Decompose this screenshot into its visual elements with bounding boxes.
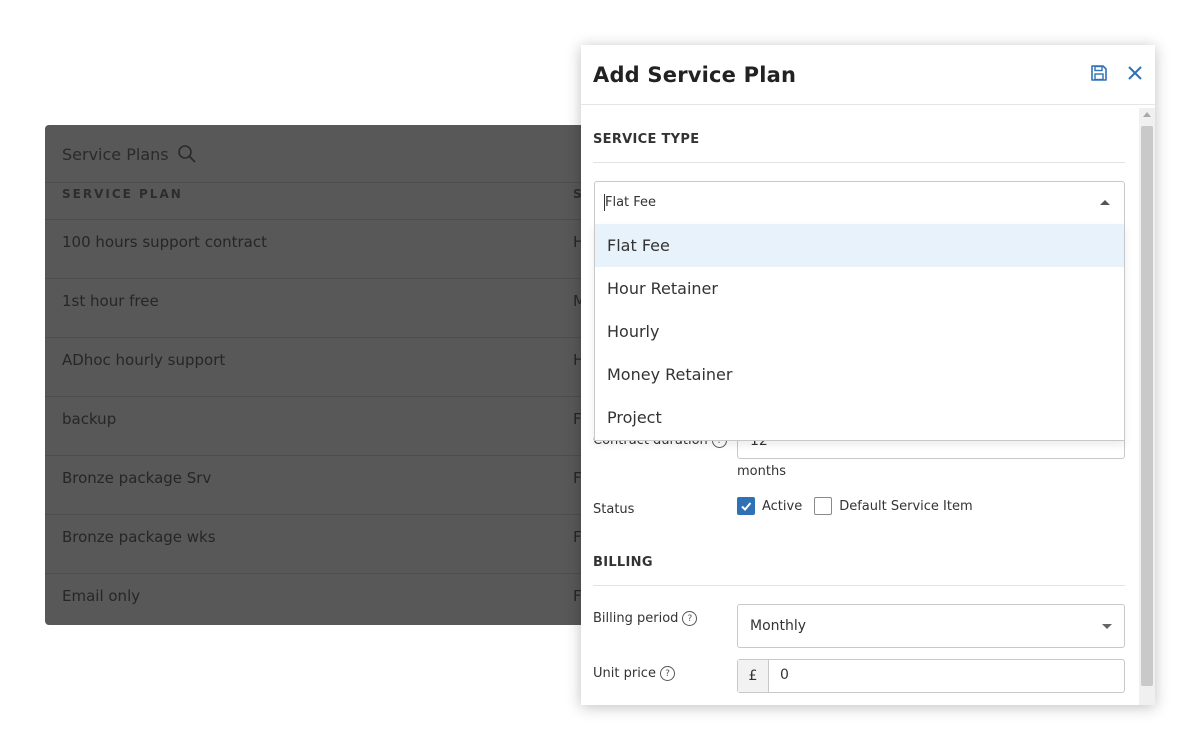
scroll-up-arrow-icon[interactable] — [1143, 112, 1151, 117]
service-type-dropdown: Flat Fee Hour Retainer Hourly Money Reta… — [594, 224, 1125, 441]
section-title-billing: BILLING — [593, 555, 653, 570]
search-icon[interactable] — [177, 144, 197, 164]
divider — [593, 585, 1125, 586]
scrollbar-thumb[interactable] — [1141, 126, 1153, 686]
divider — [45, 396, 605, 397]
default-service-item-checkbox[interactable] — [814, 497, 833, 515]
option-hour-retainer[interactable]: Hour Retainer — [595, 267, 1124, 310]
default-service-item-checkbox-item[interactable]: Default Service Item — [814, 497, 973, 515]
list-item[interactable]: Email only — [62, 587, 140, 605]
status-label: Status — [593, 502, 634, 517]
list-item[interactable]: 100 hours support contract — [62, 233, 267, 251]
divider — [593, 162, 1125, 163]
save-icon[interactable] — [1089, 63, 1109, 83]
divider — [45, 514, 605, 515]
status-label-text: Status — [593, 502, 635, 517]
option-money-retainer[interactable]: Money Retainer — [595, 353, 1124, 396]
divider — [45, 455, 605, 456]
contract-duration-unit: months — [737, 464, 786, 479]
chevron-down-icon[interactable] — [1102, 624, 1112, 629]
active-checkbox[interactable] — [737, 497, 755, 515]
active-checkbox-item[interactable]: Active — [737, 497, 802, 515]
chevron-up-icon[interactable] — [1100, 200, 1110, 205]
modal-actions — [1089, 63, 1145, 83]
help-icon[interactable]: ? — [682, 611, 698, 626]
list-title: Service Plans — [62, 144, 169, 164]
divider — [581, 104, 1155, 105]
list-item[interactable]: backup — [62, 410, 116, 428]
divider — [45, 219, 605, 220]
default-service-item-label: Default Service Item — [839, 498, 973, 514]
option-flat-fee[interactable]: Flat Fee — [595, 224, 1124, 267]
column-header-service-plan: SERVICE PLAN — [62, 187, 183, 201]
billing-period-select[interactable]: Monthly — [737, 604, 1125, 648]
unit-price-label: Unit price ? — [593, 666, 675, 681]
scrollbar[interactable] — [1139, 108, 1155, 705]
help-icon[interactable]: ? — [659, 666, 675, 681]
service-type-value: Flat Fee — [605, 195, 657, 210]
list-item[interactable]: 1st hour free — [62, 292, 159, 310]
divider — [45, 573, 605, 574]
list-header: Service Plans — [62, 141, 197, 167]
list-item[interactable]: ADhoc hourly support — [62, 351, 225, 369]
status-options: Active Default Service Item — [737, 497, 973, 515]
unit-price-label-text: Unit price — [593, 666, 656, 681]
currency-symbol: £ — [738, 660, 769, 692]
close-icon[interactable] — [1125, 63, 1145, 83]
option-hourly[interactable]: Hourly — [595, 310, 1124, 353]
service-plans-list-panel: Service Plans SERVICE PLAN S 100 hours s… — [45, 125, 605, 625]
divider — [45, 182, 605, 183]
unit-price-value: 0 — [780, 667, 789, 683]
modal-title: Add Service Plan — [593, 63, 797, 87]
billing-period-value: Monthly — [750, 618, 807, 634]
list-item[interactable]: Bronze package Srv — [62, 469, 211, 487]
check-icon — [741, 502, 752, 511]
divider — [45, 278, 605, 279]
list-item[interactable]: Bronze package wks — [62, 528, 216, 546]
section-title-service-type: SERVICE TYPE — [593, 132, 700, 147]
option-project[interactable]: Project — [595, 396, 1124, 439]
billing-period-label-text: Billing period — [593, 611, 679, 626]
divider — [45, 337, 605, 338]
add-service-plan-modal: Add Service Plan SERVICE TYPE Flat Fee F… — [581, 45, 1155, 705]
unit-price-input[interactable]: £ 0 — [737, 659, 1125, 693]
billing-period-label: Billing period ? — [593, 611, 698, 626]
active-label: Active — [762, 498, 803, 514]
service-type-select[interactable]: Flat Fee — [594, 181, 1125, 225]
